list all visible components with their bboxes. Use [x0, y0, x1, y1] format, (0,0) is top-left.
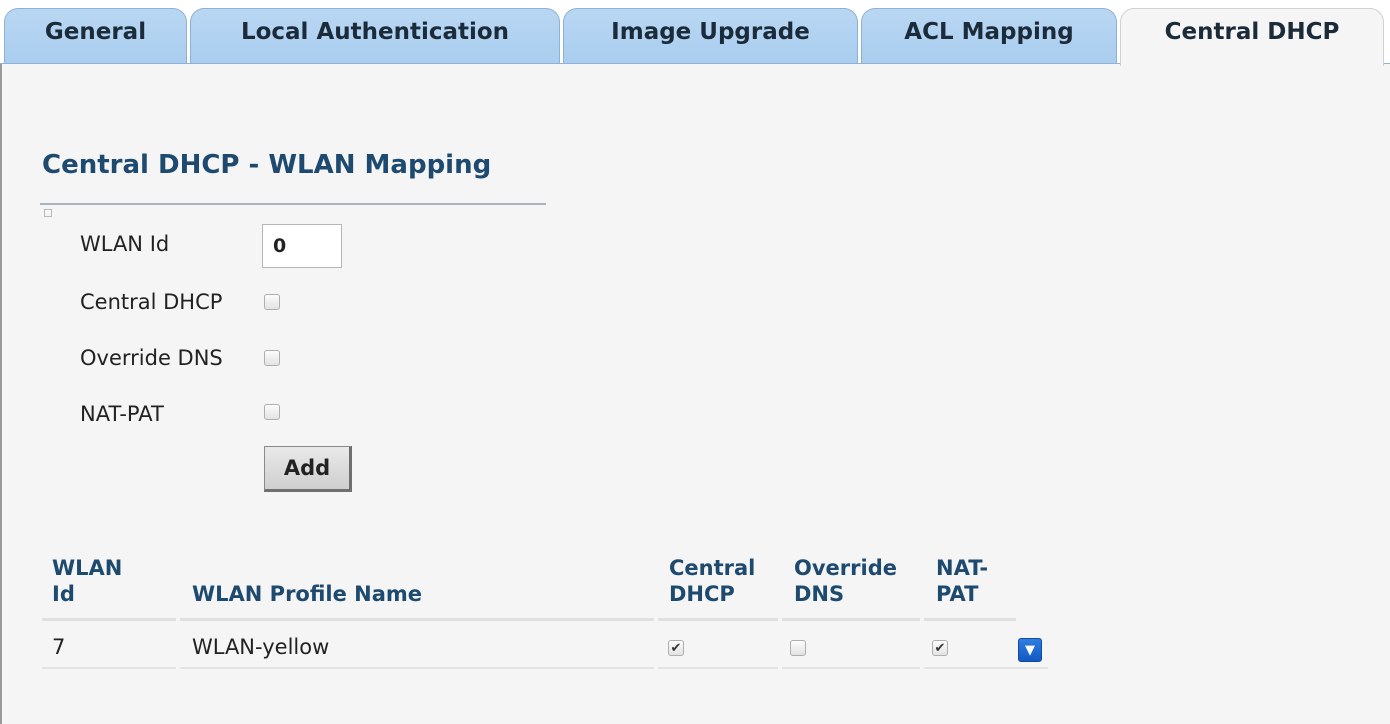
- override-dns-label: Override DNS: [80, 346, 223, 370]
- central-dhcp-checkbox[interactable]: [264, 294, 280, 310]
- tab-acl-mapping-label: ACL Mapping: [904, 19, 1074, 45]
- th-wlan-id-line1: WLAN: [52, 556, 123, 580]
- row-central-dhcp-checkbox[interactable]: ✔: [668, 640, 684, 656]
- tab-general[interactable]: General: [4, 8, 187, 64]
- nat-pat-checkbox[interactable]: [264, 404, 280, 420]
- tab-acl-mapping[interactable]: ACL Mapping: [861, 8, 1117, 64]
- row-divider: [42, 667, 176, 669]
- th-divider: [782, 618, 920, 621]
- row-divider: [782, 667, 920, 669]
- tab-image-upgrade-label: Image Upgrade: [611, 19, 810, 45]
- nat-pat-label: NAT-PAT: [80, 402, 164, 426]
- th-central-dhcp-line1: Central: [669, 556, 756, 580]
- row-wlan-id: 7: [52, 635, 66, 659]
- row-nat-pat-checkbox[interactable]: ✔: [932, 640, 948, 656]
- th-nat-pat-line1: NAT-: [936, 556, 989, 580]
- section-title: Central DHCP - WLAN Mapping: [42, 150, 492, 180]
- central-dhcp-label: Central DHCP: [80, 290, 223, 314]
- tab-general-label: General: [44, 19, 147, 45]
- tab-bar: General Local Authentication Image Upgra…: [0, 0, 1390, 66]
- collapse-marker-icon: [44, 209, 52, 217]
- th-central-dhcp: Central DHCP: [669, 555, 755, 607]
- th-override-dns-line2: DNS: [794, 582, 845, 606]
- row-divider: [180, 667, 654, 669]
- th-profile-name: WLAN Profile Name: [192, 582, 423, 606]
- dropdown-arrow-icon[interactable]: ▼: [1018, 638, 1042, 662]
- th-divider: [180, 618, 654, 621]
- row-override-dns-checkbox[interactable]: [790, 640, 806, 656]
- tab-central-dhcp-label: Central DHCP: [1164, 19, 1340, 45]
- override-dns-checkbox[interactable]: [264, 350, 280, 366]
- row-divider: [658, 667, 778, 669]
- th-central-dhcp-line2: DHCP: [669, 582, 735, 606]
- wlan-id-input[interactable]: [262, 224, 342, 268]
- row-divider: [1016, 667, 1048, 669]
- tab-central-dhcp[interactable]: Central DHCP: [1120, 8, 1384, 66]
- th-override-dns-line1: Override: [794, 556, 897, 580]
- tab-local-authentication[interactable]: Local Authentication: [190, 8, 560, 64]
- th-override-dns: Override DNS: [794, 555, 897, 607]
- section-divider: [40, 203, 546, 205]
- th-nat-pat-line2: PAT: [936, 582, 979, 606]
- th-wlan-id-line2: Id: [52, 582, 75, 606]
- wlan-id-label: WLAN Id: [80, 232, 170, 256]
- th-divider: [658, 618, 778, 621]
- th-wlan-id: WLAN Id: [52, 555, 122, 607]
- row-profile-name: WLAN-yellow: [192, 635, 330, 659]
- th-nat-pat: NAT- PAT: [936, 555, 988, 607]
- add-button[interactable]: Add: [264, 446, 352, 492]
- th-divider: [42, 618, 176, 621]
- tab-local-authentication-label: Local Authentication: [240, 19, 510, 45]
- tab-image-upgrade[interactable]: Image Upgrade: [563, 8, 858, 64]
- th-divider: [924, 618, 1016, 621]
- row-divider: [924, 667, 1016, 669]
